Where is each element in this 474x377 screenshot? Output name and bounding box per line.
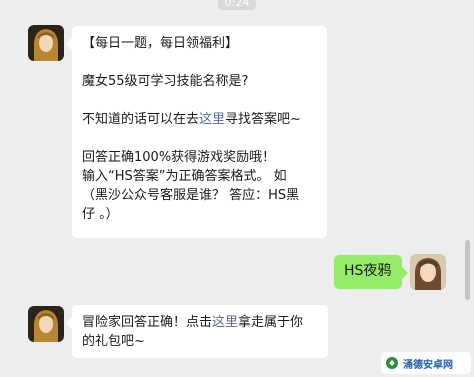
bot-message-bubble[interactable]: 冒险家回答正确！点击这里拿走属于你 的礼包吧~ [66,305,328,358]
hint-text: 不知道的话可以在去这里寻找答案吧~ [82,112,301,127]
watermark-logo-icon [386,357,398,369]
bot-avatar[interactable] [28,25,64,61]
time-label: 0:24 [218,0,256,10]
bot-avatar-portrait-icon [28,25,64,61]
user-avatar[interactable] [410,254,446,290]
gift-link[interactable]: 这里 [212,315,238,330]
watermark-text: 涌德安卓网 [403,359,453,371]
example-text-end: 仔 。） [82,207,119,222]
question-text: 魔女55级可学习技能名称是? [82,74,249,89]
reply-text-end: 的礼包吧~ [82,334,145,349]
bot-avatar[interactable] [28,306,64,342]
answer-link[interactable]: 这里 [199,112,225,127]
scrollbar[interactable] [465,240,470,300]
bot-message-bubble[interactable]: 【每日一题，每日领福利】 魔女55级可学习技能名称是? 不知道的话可以在去这里寻… [66,26,327,238]
format-text: 输入“HS答案”为正确答案格式。 如 [82,169,287,184]
watermark: 涌德安卓网 [381,352,471,374]
bot-avatar-portrait-icon [28,306,64,342]
reply-text: 冒险家回答正确！点击这里拿走属于你 [82,315,304,330]
user-avatar-photo-icon [410,254,446,290]
user-message-bubble[interactable]: HS夜鸦 [334,255,408,289]
reward-text: 回答正确100%获得游戏奖励哦！ [82,150,276,165]
message-title: 【每日一题，每日领福利】 [82,36,239,51]
example-text: （黑沙公众号客服是谁？ 答应：HS黑 [82,188,300,203]
user-answer-text: HS夜鸦 [344,263,392,279]
